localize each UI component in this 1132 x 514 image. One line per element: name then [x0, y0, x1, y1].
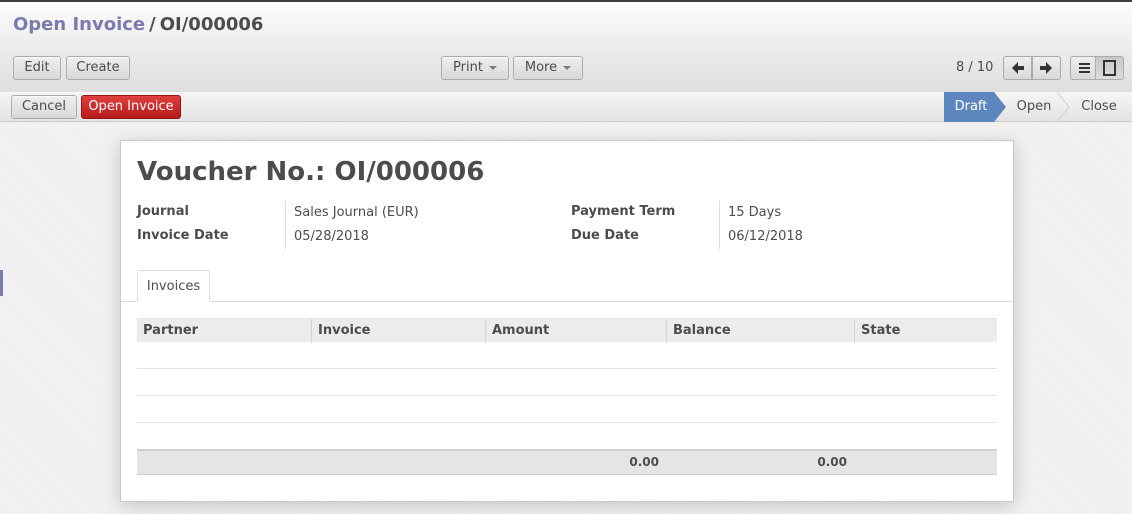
tab-bar-line — [121, 301, 1013, 302]
field-divider — [285, 201, 286, 249]
column-header-amount[interactable]: Amount — [485, 319, 666, 343]
stage-draft[interactable]: Draft — [944, 92, 998, 121]
stage-close[interactable]: Close — [1076, 92, 1122, 121]
voucher-number: OI/000006 — [334, 157, 485, 187]
table-row — [137, 422, 997, 423]
payment-term-label: Payment Term — [571, 204, 676, 219]
journal-label: Journal — [137, 204, 189, 219]
column-header-partner[interactable]: Partner — [137, 319, 311, 343]
chevron-down-icon — [488, 65, 497, 70]
chevron-down-icon — [563, 65, 572, 70]
arrow-left-icon — [1012, 62, 1024, 74]
list-view-icon — [1079, 63, 1090, 73]
table-row — [137, 368, 997, 369]
payment-term-value: 15 Days — [728, 205, 782, 220]
stage-open[interactable]: Open — [1010, 92, 1058, 121]
column-header-state[interactable]: State — [854, 319, 997, 343]
journal-value: Sales Journal (EUR) — [294, 205, 419, 220]
open-invoice-button[interactable]: Open Invoice — [81, 95, 181, 119]
print-label: Print — [453, 60, 483, 75]
next-record-button[interactable] — [1032, 56, 1061, 80]
edit-button[interactable]: Edit — [13, 56, 61, 80]
print-dropdown-button[interactable]: Print — [441, 56, 509, 80]
tab-invoices[interactable]: Invoices — [137, 270, 210, 302]
more-dropdown-button[interactable]: More — [513, 56, 583, 80]
form-view-icon — [1103, 60, 1116, 76]
title-prefix: Voucher No.: — [137, 157, 326, 187]
total-balance: 0.00 — [817, 455, 847, 469]
column-header-balance[interactable]: Balance — [666, 319, 854, 343]
due-date-label: Due Date — [571, 228, 639, 243]
cancel-button[interactable]: Cancel — [11, 95, 77, 119]
form-sheet: Voucher No.: OI/000006 Journal Sales Jou… — [120, 140, 1014, 502]
page-title: Voucher No.: OI/000006 — [137, 157, 484, 187]
breadcrumb-parent-link[interactable]: Open Invoice — [13, 14, 145, 35]
invoice-date-label: Invoice Date — [137, 228, 229, 243]
column-header-invoice[interactable]: Invoice — [311, 319, 485, 343]
previous-record-button[interactable] — [1003, 56, 1032, 80]
control-panel: Open Invoice / OI/000006 Edit Create Print… — [0, 2, 1132, 93]
table-header: Partner Invoice Amount Balance State — [137, 318, 997, 343]
pager-value[interactable]: 8 / 10 — [956, 60, 993, 75]
due-date-value: 06/12/2018 — [728, 229, 803, 244]
form-view-button[interactable] — [1095, 56, 1124, 80]
left-edge-marker — [0, 270, 3, 296]
breadcrumb: Open Invoice / OI/000006 — [13, 14, 263, 35]
create-button[interactable]: Create — [66, 56, 130, 80]
invoice-date-value: 05/28/2018 — [294, 229, 369, 244]
breadcrumb-current: OI/000006 — [159, 14, 264, 35]
more-label: More — [524, 60, 558, 75]
total-amount: 0.00 — [629, 455, 659, 469]
breadcrumb-separator: / — [149, 14, 156, 35]
arrow-right-icon — [1040, 62, 1052, 74]
table-footer: 0.00 0.00 — [137, 449, 997, 475]
table-row — [137, 395, 997, 396]
statusbar: Cancel Open Invoice Draft Open Close — [0, 92, 1132, 122]
field-divider — [719, 201, 720, 249]
